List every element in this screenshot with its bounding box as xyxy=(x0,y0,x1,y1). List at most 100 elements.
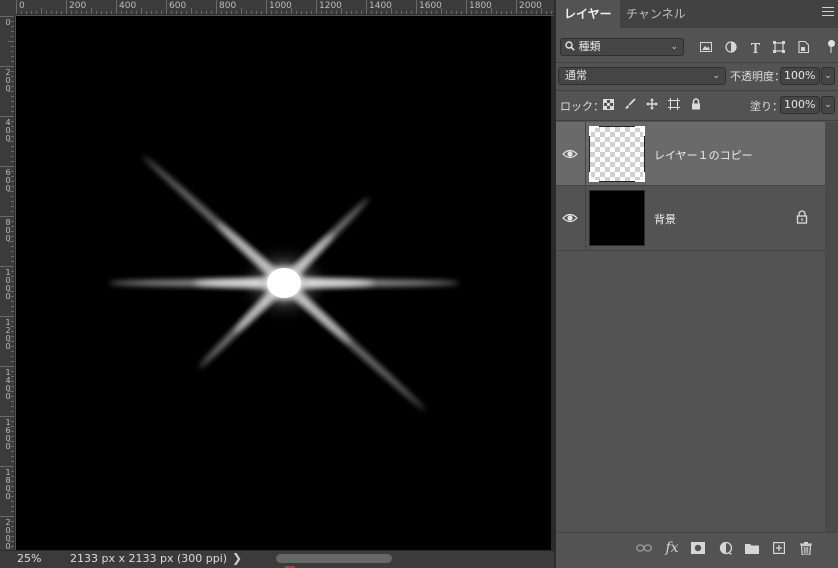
ruler-minor-tick xyxy=(11,371,14,372)
lock-all-icon[interactable] xyxy=(688,95,704,113)
layer-row-background[interactable]: 背景 xyxy=(556,186,825,249)
ruler-minor-tick xyxy=(8,241,14,242)
ruler-tick xyxy=(0,216,14,217)
vertical-ruler[interactable]: 0 200 400 600 800 1000 1200 1400 1600 1800 2000 xyxy=(0,15,15,550)
new-layer-icon[interactable] xyxy=(770,539,788,557)
blend-mode-select[interactable]: 通常 ⌄ xyxy=(558,67,726,85)
ruler-minor-tick xyxy=(8,341,14,342)
ruler-label: 1400 xyxy=(369,1,392,11)
ruler-minor-tick xyxy=(506,11,507,14)
panel-menu-icon[interactable] xyxy=(822,7,834,19)
ruler-minor-tick xyxy=(171,11,172,14)
visibility-eye-icon[interactable] xyxy=(562,210,578,224)
ruler-minor-tick xyxy=(11,246,14,247)
ruler-minor-tick xyxy=(96,11,97,14)
fx-icon[interactable]: fx xyxy=(663,539,681,557)
ruler-minor-tick xyxy=(8,41,14,42)
adjustment-layer-icon[interactable] xyxy=(717,539,735,557)
layers-vertical-scrollbar[interactable] xyxy=(825,122,838,532)
filter-toggle-icon[interactable] xyxy=(828,40,835,54)
fill-dropdown-chevron-icon[interactable]: ⌄ xyxy=(821,96,835,114)
ruler-minor-tick xyxy=(511,11,512,14)
ruler-tick xyxy=(0,116,14,117)
ruler-minor-tick xyxy=(151,11,152,14)
layer-thumbnail[interactable] xyxy=(589,126,645,182)
ruler-minor-tick xyxy=(11,131,14,132)
lock-position-icon[interactable] xyxy=(644,95,660,113)
ruler-minor-tick xyxy=(546,11,547,14)
lock-image-pixels-icon[interactable] xyxy=(622,95,638,113)
ruler-origin-corner[interactable] xyxy=(0,0,15,15)
ruler-minor-tick xyxy=(11,221,14,222)
ruler-minor-tick xyxy=(376,11,377,14)
ruler-minor-tick xyxy=(391,8,392,14)
ruler-minor-tick xyxy=(496,11,497,14)
opacity-label: 不透明度： xyxy=(730,70,785,83)
ruler-tick xyxy=(0,166,14,167)
layer-row-copy[interactable]: レイヤー１のコピー xyxy=(556,122,825,185)
ruler-minor-tick xyxy=(11,276,14,277)
add-mask-icon[interactable] xyxy=(689,539,707,557)
smart-object-filter-icon[interactable] xyxy=(795,38,811,56)
image-filter-icon[interactable] xyxy=(698,38,714,56)
layer-thumbnail[interactable] xyxy=(589,190,645,246)
zoom-level[interactable]: 25% xyxy=(17,552,41,565)
ruler-minor-tick xyxy=(336,11,337,14)
opacity-input[interactable]: 100% xyxy=(780,67,820,85)
new-group-icon[interactable] xyxy=(743,539,761,557)
fill-input[interactable]: 100% xyxy=(780,96,820,114)
layer-filter-select[interactable]: 種類 ⌄ xyxy=(560,38,684,56)
delete-layer-icon[interactable] xyxy=(797,539,815,557)
ruler-minor-tick xyxy=(11,396,14,397)
shape-filter-icon[interactable] xyxy=(771,38,787,56)
ruler-minor-tick xyxy=(11,321,14,322)
layer-lock-icon[interactable] xyxy=(796,209,808,224)
document-canvas[interactable] xyxy=(16,16,551,550)
ruler-minor-tick xyxy=(11,526,14,527)
ruler-label: 1800 xyxy=(469,1,492,11)
lock-transparent-pixels-icon[interactable] xyxy=(600,95,616,113)
visibility-eye-icon[interactable] xyxy=(562,146,578,160)
horizontal-scrollbar[interactable] xyxy=(244,553,550,565)
ruler-minor-tick xyxy=(11,51,14,52)
adjustment-filter-icon[interactable] xyxy=(723,38,739,56)
ruler-tick xyxy=(516,0,517,14)
selection-corner xyxy=(589,172,599,182)
layer-name[interactable]: レイヤー１のコピー xyxy=(654,147,753,163)
selection-corner xyxy=(635,172,645,182)
ruler-minor-tick xyxy=(11,71,14,72)
link-layers-icon[interactable] xyxy=(635,539,653,557)
layers-panel: レイヤー チャンネル 種類 ⌄ 通常 ⌄ 不透明度： 100% ⌄ ロック： 塗… xyxy=(556,0,838,568)
ruler-minor-tick xyxy=(11,161,14,162)
ruler-label: 600 xyxy=(169,1,187,11)
ruler-tick xyxy=(0,16,14,17)
ruler-tick xyxy=(0,266,14,267)
lock-artboard-icon[interactable] xyxy=(666,95,682,113)
horizontal-scroll-thumb[interactable] xyxy=(276,554,392,563)
column-divider xyxy=(585,186,586,249)
tab-layers[interactable]: レイヤー xyxy=(556,0,620,28)
ruler-minor-tick xyxy=(106,11,107,14)
ruler-tick xyxy=(166,0,167,14)
ruler-tick xyxy=(0,416,14,417)
ruler-minor-tick xyxy=(11,56,14,57)
ruler-minor-tick xyxy=(156,11,157,14)
ruler-minor-tick xyxy=(8,441,14,442)
ruler-minor-tick xyxy=(21,11,22,14)
ruler-minor-tick xyxy=(11,196,14,197)
horizontal-ruler[interactable]: 0 200 400 600 800 1000 1200 1400 1600 1800 2000 xyxy=(0,0,554,15)
ruler-minor-tick xyxy=(421,11,422,14)
lock-label: ロック： xyxy=(560,100,604,113)
opacity-dropdown-chevron-icon[interactable]: ⌄ xyxy=(821,67,835,85)
ruler-minor-tick xyxy=(401,11,402,14)
type-filter-icon[interactable] xyxy=(747,38,763,56)
layer-name[interactable]: 背景 xyxy=(654,211,676,227)
tab-channels[interactable]: チャンネル xyxy=(618,0,694,28)
ruler-minor-tick xyxy=(161,11,162,14)
status-menu-arrow-icon[interactable]: ❯ xyxy=(232,551,242,565)
row-divider xyxy=(556,250,825,251)
ruler-minor-tick xyxy=(11,436,14,437)
ruler-minor-tick xyxy=(11,26,14,27)
ruler-minor-tick xyxy=(301,11,302,14)
opacity-value: 100% xyxy=(784,69,816,82)
